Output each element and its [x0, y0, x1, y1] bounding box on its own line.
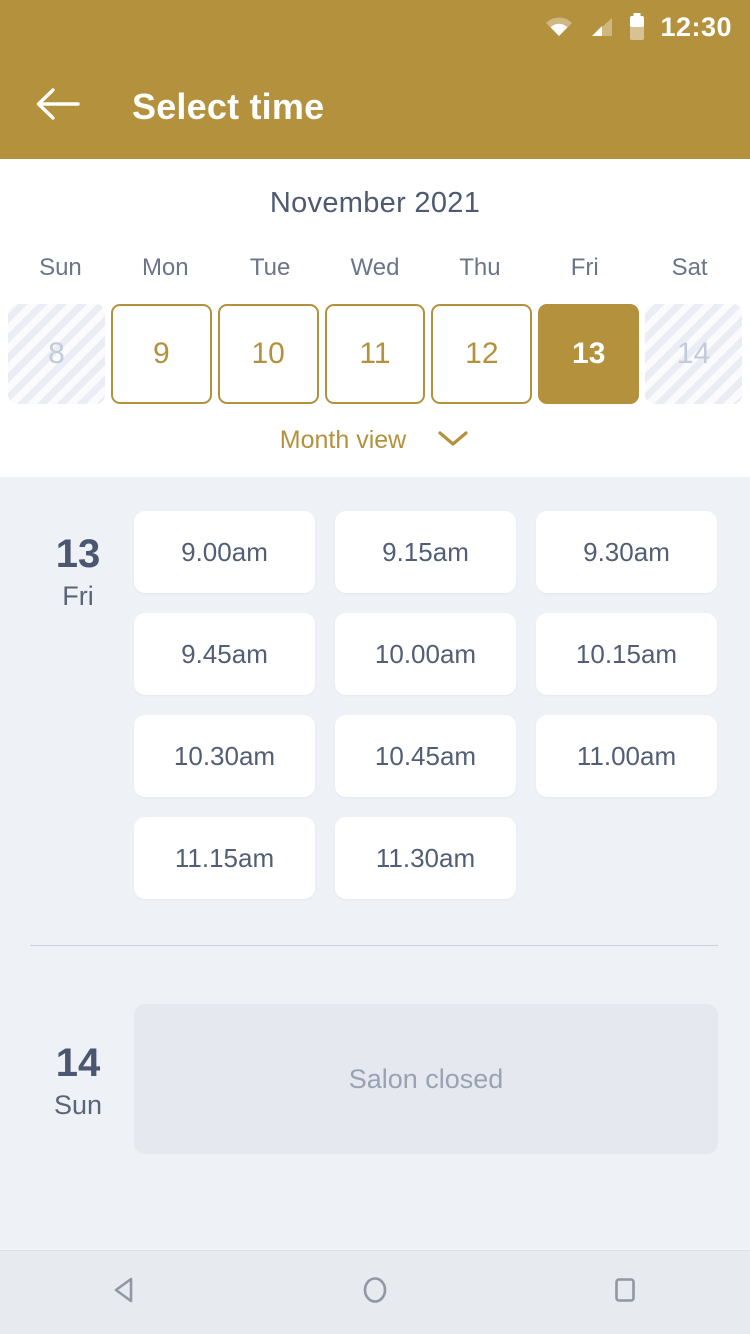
calendar-dates-row: 8 9 10 11 12 13 14	[0, 304, 750, 404]
android-navigation-bar	[0, 1250, 750, 1334]
square-recents-icon	[608, 1273, 642, 1312]
calendar-day-name: Sun	[39, 254, 82, 281]
select-time-screen: 12:30 Select time November 2021 Sun Mon …	[0, 0, 750, 1334]
time-slot[interactable]: 11.00am	[536, 715, 717, 797]
calendar-date-cell: 14	[645, 304, 743, 404]
calendar-date-cell[interactable]: 9	[110, 304, 212, 404]
calendar-day-name: Mon	[141, 254, 189, 281]
day-weekday: Sun	[53, 1090, 103, 1120]
battery-icon	[628, 13, 646, 41]
nav-back-button[interactable]	[80, 1263, 170, 1323]
time-slot[interactable]: 9.45am	[134, 613, 315, 695]
calendar-day-name: Thu	[459, 254, 501, 281]
calendar-strip: November 2021 Sun Mon Tue Wed Thu Fri Sa…	[0, 159, 750, 477]
calendar-month-title: November 2021	[269, 187, 481, 219]
nav-recents-button[interactable]	[580, 1263, 670, 1323]
calendar-day-name: Sat	[671, 254, 708, 281]
calendar-date-cell-selected[interactable]: 13	[538, 304, 640, 404]
time-slot-grid: 9.00am 9.15am 9.30am 9.45am 10.00am 10.1…	[134, 511, 718, 899]
time-slot[interactable]: 9.00am	[134, 511, 315, 593]
time-slot[interactable]: 10.45am	[335, 715, 516, 797]
app-bar: Select time	[0, 54, 750, 159]
cellular-signal-icon	[588, 15, 614, 39]
time-slot[interactable]: 9.30am	[536, 511, 717, 593]
schedule-list: 13 Fri 9.00am 9.15am 9.30am 9.45am 10.00…	[0, 477, 750, 1250]
calendar-date-cell: 8	[8, 304, 105, 404]
calendar-date-cell[interactable]: 11	[324, 304, 426, 404]
day-label: 13 Fri	[22, 511, 134, 899]
time-slot[interactable]: 10.30am	[134, 715, 315, 797]
day-weekday: Fri	[62, 581, 94, 611]
calendar-day-name: Fri	[570, 254, 599, 281]
page-title: Select time	[132, 85, 325, 127]
triangle-back-icon	[108, 1273, 142, 1312]
calendar-day-name: Tue	[249, 254, 291, 281]
calendar-date-cell[interactable]: 10	[217, 304, 319, 404]
schedule-day-13: 13 Fri 9.00am 9.15am 9.30am 9.45am 10.00…	[0, 477, 750, 899]
salon-closed-panel: Salon closed	[134, 1004, 718, 1154]
chevron-down-icon	[436, 428, 470, 453]
back-button[interactable]	[30, 80, 84, 134]
month-view-toggle-label: Month view	[279, 426, 407, 454]
status-bar: 12:30	[0, 0, 750, 54]
wifi-icon	[544, 15, 574, 39]
time-slot[interactable]: 11.15am	[134, 817, 315, 899]
time-slot[interactable]: 9.15am	[335, 511, 516, 593]
schedule-day-14: 14 Sun Salon closed	[0, 946, 750, 1154]
arrow-left-icon	[34, 87, 80, 126]
status-bar-clock: 12:30	[660, 11, 732, 42]
day-label: 14 Sun	[22, 1004, 134, 1154]
day-number: 13	[55, 532, 101, 576]
calendar-day-name: Wed	[350, 254, 400, 281]
nav-home-button[interactable]	[330, 1263, 420, 1323]
time-slot[interactable]: 11.30am	[335, 817, 516, 899]
time-slot[interactable]: 10.00am	[335, 613, 516, 695]
day-number: 14	[55, 1041, 101, 1085]
calendar-date-cell[interactable]: 12	[431, 304, 533, 404]
circle-home-icon	[358, 1273, 392, 1312]
calendar-day-names-row: Sun Mon Tue Wed Thu Fri Sat	[0, 254, 750, 282]
month-view-toggle[interactable]: Month view	[0, 426, 750, 455]
time-slot[interactable]: 10.15am	[536, 613, 717, 695]
